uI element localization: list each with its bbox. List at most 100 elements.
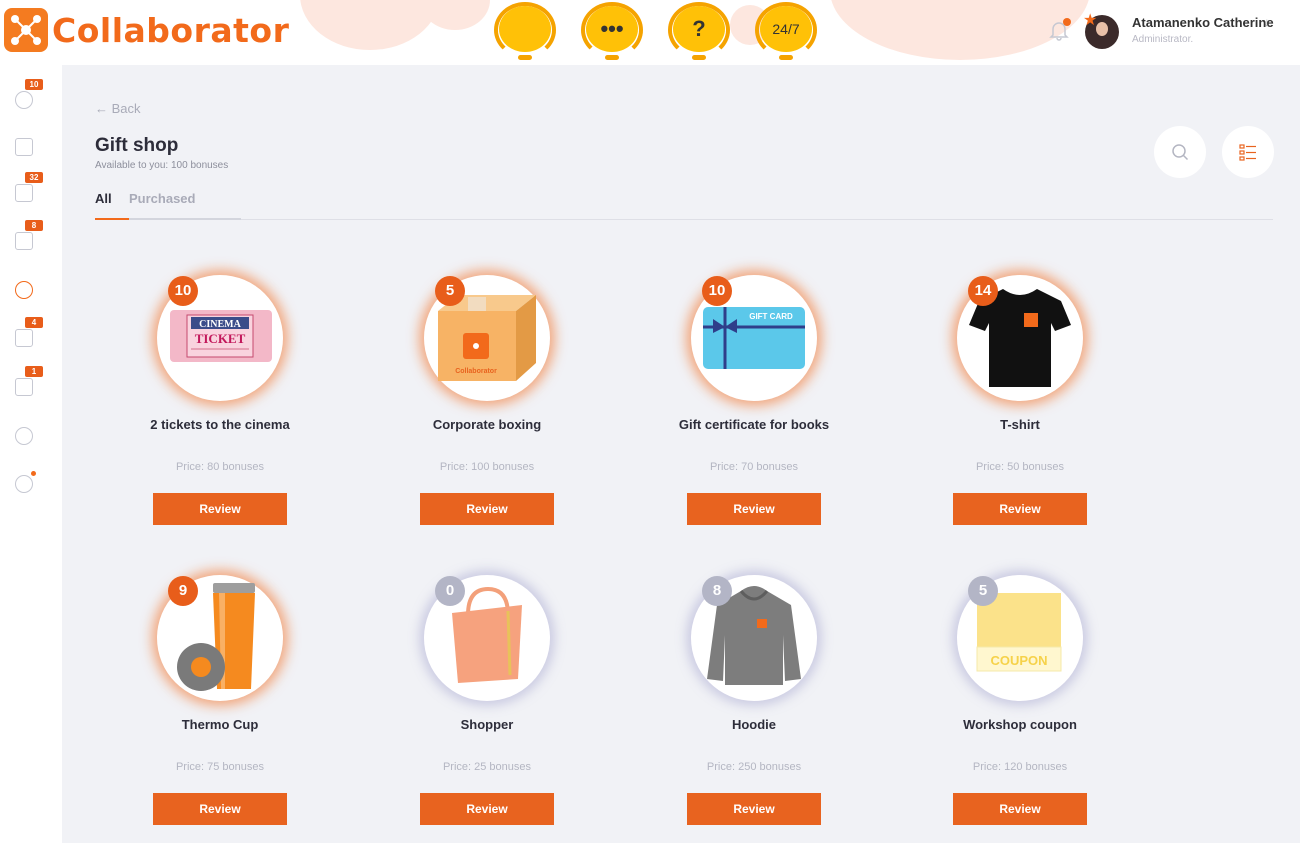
page-title: Gift shop xyxy=(95,135,179,156)
review-button[interactable]: Review xyxy=(687,493,821,525)
mic-icon xyxy=(605,55,619,60)
product-name: 2 tickets to the cinema xyxy=(150,417,290,432)
user-menu-arrow-icon[interactable]: ↓ xyxy=(1264,15,1270,29)
product-price: Price: 70 bonuses xyxy=(709,461,799,473)
sidebar-item-gift-shop[interactable] xyxy=(15,281,35,301)
decor-blob xyxy=(420,0,490,30)
sidebar: 10 32 8 4 1 xyxy=(0,65,62,843)
notifications-button[interactable] xyxy=(1047,18,1071,42)
help-dot xyxy=(31,471,36,476)
quantity-badge: 9 xyxy=(168,576,198,606)
top-header: Collaborator ••• ? 24/7 ★ Atamanenko Cat… xyxy=(0,0,1300,65)
notification-dot xyxy=(1063,18,1071,26)
logo[interactable]: Collaborator xyxy=(4,8,289,52)
gift-shop-icon xyxy=(15,281,33,299)
sidebar-item-messages[interactable]: 1 xyxy=(15,366,43,398)
review-button[interactable]: Review xyxy=(153,493,287,525)
mic-icon xyxy=(779,55,793,60)
documents-icon xyxy=(15,184,33,202)
gear-icon xyxy=(15,427,33,445)
quantity-badge: 5 xyxy=(435,276,465,306)
available-bonuses: Available to you: 100 bonuses xyxy=(95,160,229,171)
sidebar-badge: 10 xyxy=(25,79,43,90)
product-name: T-shirt xyxy=(1000,417,1040,432)
sidebar-item-documents[interactable]: 32 xyxy=(15,172,43,204)
quantity-badge: 14 xyxy=(968,276,998,306)
chat-icon xyxy=(499,6,551,52)
sidebar-badge: 8 xyxy=(25,220,43,231)
logo-text: Collaborator xyxy=(52,10,290,50)
more-icon: ••• xyxy=(586,6,638,52)
decor-blob xyxy=(300,0,440,50)
sidebar-item-help[interactable] xyxy=(15,471,36,495)
users-icon xyxy=(15,91,33,109)
logo-mark-icon xyxy=(4,8,48,52)
product-price: Price: 75 bonuses xyxy=(175,761,265,773)
quantity-badge: 10 xyxy=(702,276,732,306)
user-name[interactable]: Atamanenko Catherine xyxy=(1132,15,1274,30)
box-label: Collaborator xyxy=(455,368,497,375)
mic-icon xyxy=(692,55,706,60)
tab-underline-inactive xyxy=(129,218,241,220)
support-24-7-icon: 24/7 xyxy=(760,6,812,52)
product-price: Price: 80 bonuses xyxy=(175,461,265,473)
review-button[interactable]: Review xyxy=(953,793,1087,825)
search-button[interactable] xyxy=(1154,126,1206,178)
main-content: ← Back Gift shop Available to you: 100 b… xyxy=(62,65,1300,843)
help-support-button[interactable]: ? xyxy=(666,0,732,62)
sidebar-item-users[interactable]: 10 xyxy=(15,79,43,111)
product-price: Price: 250 bonuses xyxy=(706,761,802,773)
product-price: Price: 50 bonuses xyxy=(975,461,1065,473)
avatar-face xyxy=(1096,22,1108,36)
support-buttons: ••• ? 24/7 xyxy=(492,0,819,62)
review-button[interactable]: Review xyxy=(420,793,554,825)
product-price: Price: 25 bonuses xyxy=(442,761,532,773)
sidebar-badge: 4 xyxy=(25,317,43,328)
chat-support-button[interactable] xyxy=(492,0,558,62)
coupon-label: COUPON xyxy=(990,653,1047,668)
ticket-line1: CINEMA xyxy=(199,319,241,330)
sidebar-badge: 1 xyxy=(25,366,43,377)
quantity-badge: 0 xyxy=(435,576,465,606)
product-price: Price: 120 bonuses xyxy=(972,761,1068,773)
product-name: Gift certificate for books xyxy=(678,417,830,432)
tab-purchased[interactable]: Purchased xyxy=(129,191,195,206)
review-button[interactable]: Review xyxy=(420,493,554,525)
sidebar-item-courses[interactable] xyxy=(15,138,35,158)
product-name: Workshop coupon xyxy=(963,717,1077,732)
mic-icon xyxy=(518,55,532,60)
courses-icon xyxy=(15,138,33,156)
quantity-badge: 10 xyxy=(168,276,198,306)
sidebar-item-settings[interactable] xyxy=(15,427,35,447)
product-name: Shopper xyxy=(460,717,514,732)
product-name: Thermo Cup xyxy=(181,717,259,732)
sidebar-item-reports[interactable]: 8 xyxy=(15,220,43,252)
more-support-button[interactable]: ••• xyxy=(579,0,645,62)
quantity-badge: 5 xyxy=(968,576,998,606)
tab-underline-active xyxy=(95,218,129,220)
review-button[interactable]: Review xyxy=(153,793,287,825)
back-link[interactable]: ← Back xyxy=(95,101,141,116)
tasks-icon xyxy=(15,329,33,347)
product-name: Hoodie xyxy=(731,717,777,732)
help-icon: ? xyxy=(673,6,725,52)
search-icon xyxy=(1172,144,1189,161)
product-name: Corporate boxing xyxy=(432,417,542,432)
review-button[interactable]: Review xyxy=(687,793,821,825)
help-icon xyxy=(15,475,33,493)
tabs-divider xyxy=(95,219,1273,220)
product-price: Price: 100 bonuses xyxy=(439,461,535,473)
tab-all[interactable]: All xyxy=(95,191,112,206)
quantity-badge: 8 xyxy=(702,576,732,606)
support-24-7-button[interactable]: 24/7 xyxy=(753,0,819,62)
sidebar-item-tasks[interactable]: 4 xyxy=(15,317,43,349)
review-button[interactable]: Review xyxy=(953,493,1087,525)
gift-card-label: GIFT CARD xyxy=(749,312,793,321)
list-view-button[interactable] xyxy=(1222,126,1274,178)
star-icon: ★ xyxy=(1083,12,1098,29)
envelope-icon xyxy=(15,378,33,396)
user-role: Administrator. xyxy=(1132,34,1194,45)
sidebar-badge: 32 xyxy=(25,172,43,183)
ticket-line2: TICKET xyxy=(195,331,246,346)
reports-icon xyxy=(15,232,33,250)
